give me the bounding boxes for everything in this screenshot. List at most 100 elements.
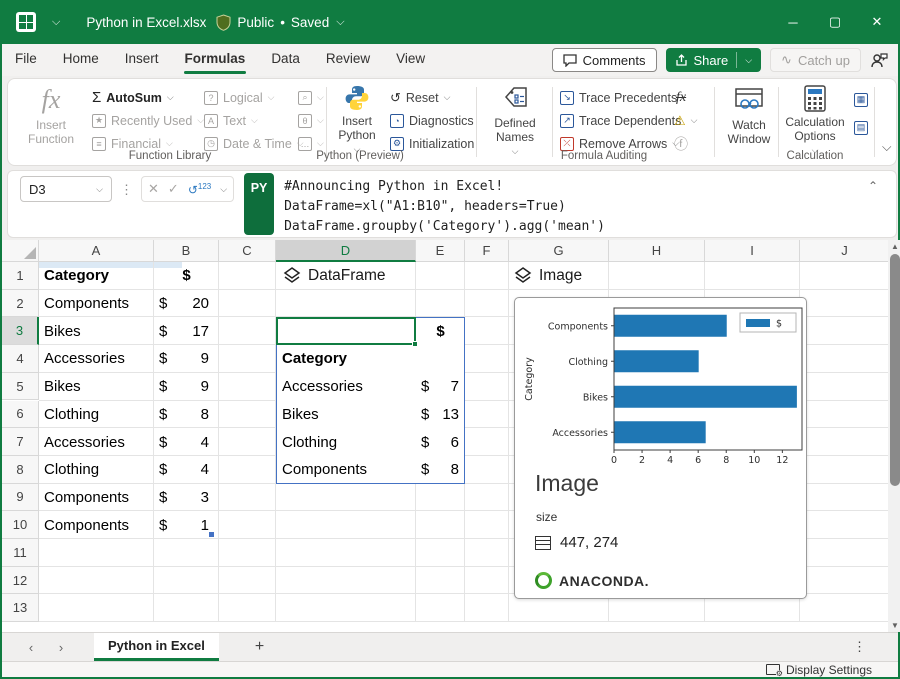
cell-b6[interactable]: $8 (159, 401, 209, 429)
chevron-down-icon[interactable]: ⌵ (167, 92, 174, 103)
calculate-sheet-button[interactable]: ▤ (854, 117, 868, 138)
reset-chevron-icon[interactable]: ⌵ (444, 92, 451, 103)
trace-dependents-button[interactable]: ↗ Trace Dependents (560, 110, 681, 131)
formula-input[interactable]: #Announcing Python in Excel! DataFrame=x… (274, 171, 868, 237)
cell-a10[interactable]: Components (44, 511, 154, 539)
quick-access-chevron-icon[interactable]: ⌵ (52, 16, 60, 29)
cell-b5[interactable]: $9 (159, 373, 209, 401)
tab-data[interactable]: Data (258, 44, 313, 76)
calculation-options-button[interactable]: Calculation Options ⌵ (784, 85, 846, 151)
excel-app-icon[interactable] (16, 12, 36, 32)
comments-button[interactable]: Comments (552, 48, 657, 72)
cell-d1-dataframe-title[interactable]: DataFrame (283, 262, 386, 290)
tab-insert[interactable]: Insert (112, 44, 172, 76)
df-cell-e8[interactable]: $8 (421, 456, 459, 484)
row-header-10[interactable]: 10 (2, 511, 39, 539)
df-cell-d5[interactable]: Accessories (282, 373, 414, 401)
df-cell-d7[interactable]: Clothing (282, 428, 414, 456)
reset-button[interactable]: ↺ Reset ⌵ (390, 87, 450, 108)
df-cell-d8[interactable]: Components (282, 456, 414, 484)
formula-bar-grip-icon[interactable]: ⋮ (120, 182, 133, 237)
prev-sheet-icon[interactable]: ‹ (16, 640, 46, 655)
cell-a9[interactable]: Components (44, 484, 154, 512)
row-header-8[interactable]: 8 (2, 456, 39, 484)
share-button[interactable]: Share ⌵ (666, 48, 762, 72)
error-checking-button[interactable]: ⚠ ⌵ (674, 110, 697, 131)
row-header-13[interactable]: 13 (2, 594, 39, 622)
vertical-scrollbar[interactable]: ▲ ▼ (888, 240, 900, 632)
cell-e3[interactable]: $ (416, 317, 465, 345)
cancel-icon[interactable]: ✕ (148, 181, 159, 197)
minimize-button[interactable]: ─ (772, 0, 814, 44)
error-checking-chevron-icon[interactable]: ⌵ (691, 115, 698, 126)
column-header-F[interactable]: F (465, 240, 509, 262)
scrollbar-thumb[interactable] (890, 254, 900, 486)
df-cell-e7[interactable]: $6 (421, 428, 459, 456)
cell-b1[interactable]: $ (154, 262, 219, 290)
image-preview-card[interactable]: ComponentsClothingBikesAccessories024681… (514, 297, 807, 599)
column-header-H[interactable]: H (609, 240, 705, 262)
cell-a2[interactable]: Components (44, 290, 154, 318)
row-header-9[interactable]: 9 (2, 484, 39, 512)
python-values-toggle-icon[interactable]: ↺123 (188, 182, 211, 197)
column-header-A[interactable]: A (39, 240, 154, 262)
calculation-group-label[interactable]: Calculation (371, 150, 900, 162)
cell-a6[interactable]: Clothing (44, 401, 154, 429)
row-header-11[interactable]: 11 (2, 539, 39, 567)
insert-python-button[interactable]: Insert Python ⌵ (334, 85, 380, 151)
tab-home[interactable]: Home (50, 44, 112, 76)
close-button[interactable]: ✕ (856, 0, 898, 44)
sheet-tab-active[interactable]: Python in Excel (94, 633, 219, 661)
select-all-corner[interactable] (2, 240, 39, 262)
column-header-C[interactable]: C (219, 240, 276, 262)
people-icon[interactable] (870, 52, 888, 68)
maximize-button[interactable]: ▢ (814, 0, 856, 44)
column-header-E[interactable]: E (416, 240, 465, 262)
display-settings-label[interactable]: Display Settings (786, 663, 872, 677)
calculate-now-button[interactable]: ▦ (854, 89, 868, 110)
cell-g1-image-title[interactable]: Image (514, 262, 582, 290)
cell-d4[interactable]: Category (282, 345, 414, 373)
sheet-bar-menu-icon[interactable]: ⋮ (853, 639, 866, 655)
df-cell-e6[interactable]: $13 (421, 401, 459, 429)
column-header-D[interactable]: D (276, 240, 416, 262)
autosum-button[interactable]: Σ AutoSum ⌵ (92, 87, 174, 108)
cell-b7[interactable]: $4 (159, 428, 209, 456)
cell-a4[interactable]: Accessories (44, 345, 154, 373)
df-cell-d6[interactable]: Bikes (282, 401, 414, 429)
trace-precedents-button[interactable]: ↘ Trace Precedents (560, 87, 677, 108)
tab-file[interactable]: File (2, 44, 50, 76)
df-cell-e5[interactable]: $7 (421, 373, 459, 401)
tab-formulas[interactable]: Formulas (172, 44, 259, 76)
cell-a5[interactable]: Bikes (44, 373, 154, 401)
name-box-chevron-icon[interactable]: ⌵ (96, 184, 103, 195)
spreadsheet-grid[interactable]: ABCDEFGHIJ12345678910111213Category$Comp… (2, 240, 890, 632)
selected-cell-d3[interactable] (276, 317, 416, 345)
enter-icon[interactable]: ✓ (168, 181, 179, 197)
tab-review[interactable]: Review (313, 44, 383, 76)
saved-chevron-icon[interactable]: ⌵ (336, 16, 344, 29)
cell-a7[interactable]: Accessories (44, 428, 154, 456)
sensitivity-label[interactable]: Public (237, 15, 274, 30)
row-header-7[interactable]: 7 (2, 428, 39, 456)
row-header-5[interactable]: 5 (2, 373, 39, 401)
defined-names-button[interactable]: Defined Names ⌵ (482, 85, 548, 151)
formula-bar-collapse-icon[interactable]: ⌃ (868, 171, 896, 237)
cell-a1[interactable]: Category (44, 262, 154, 290)
row-header-2[interactable]: 2 (2, 290, 39, 318)
cell-b2[interactable]: $20 (159, 290, 209, 318)
scroll-up-icon[interactable]: ▲ (888, 240, 900, 253)
diagnostics-button[interactable]: ◔ Diagnostics (390, 110, 474, 131)
column-header-I[interactable]: I (705, 240, 800, 262)
tab-view[interactable]: View (383, 44, 438, 76)
row-header-12[interactable]: 12 (2, 567, 39, 595)
cell-a8[interactable]: Clothing (44, 456, 154, 484)
column-header-G[interactable]: G (509, 240, 609, 262)
saved-status[interactable]: Saved (291, 15, 329, 30)
add-sheet-icon[interactable]: + (255, 638, 264, 656)
insert-function-chevron-icon[interactable]: ⌵ (220, 184, 227, 195)
row-header-1[interactable]: 1 (2, 262, 39, 290)
column-header-B[interactable]: B (154, 240, 219, 262)
watch-window-button[interactable]: Watch Window (720, 85, 778, 151)
name-box[interactable]: D3 ⌵ (20, 176, 112, 202)
